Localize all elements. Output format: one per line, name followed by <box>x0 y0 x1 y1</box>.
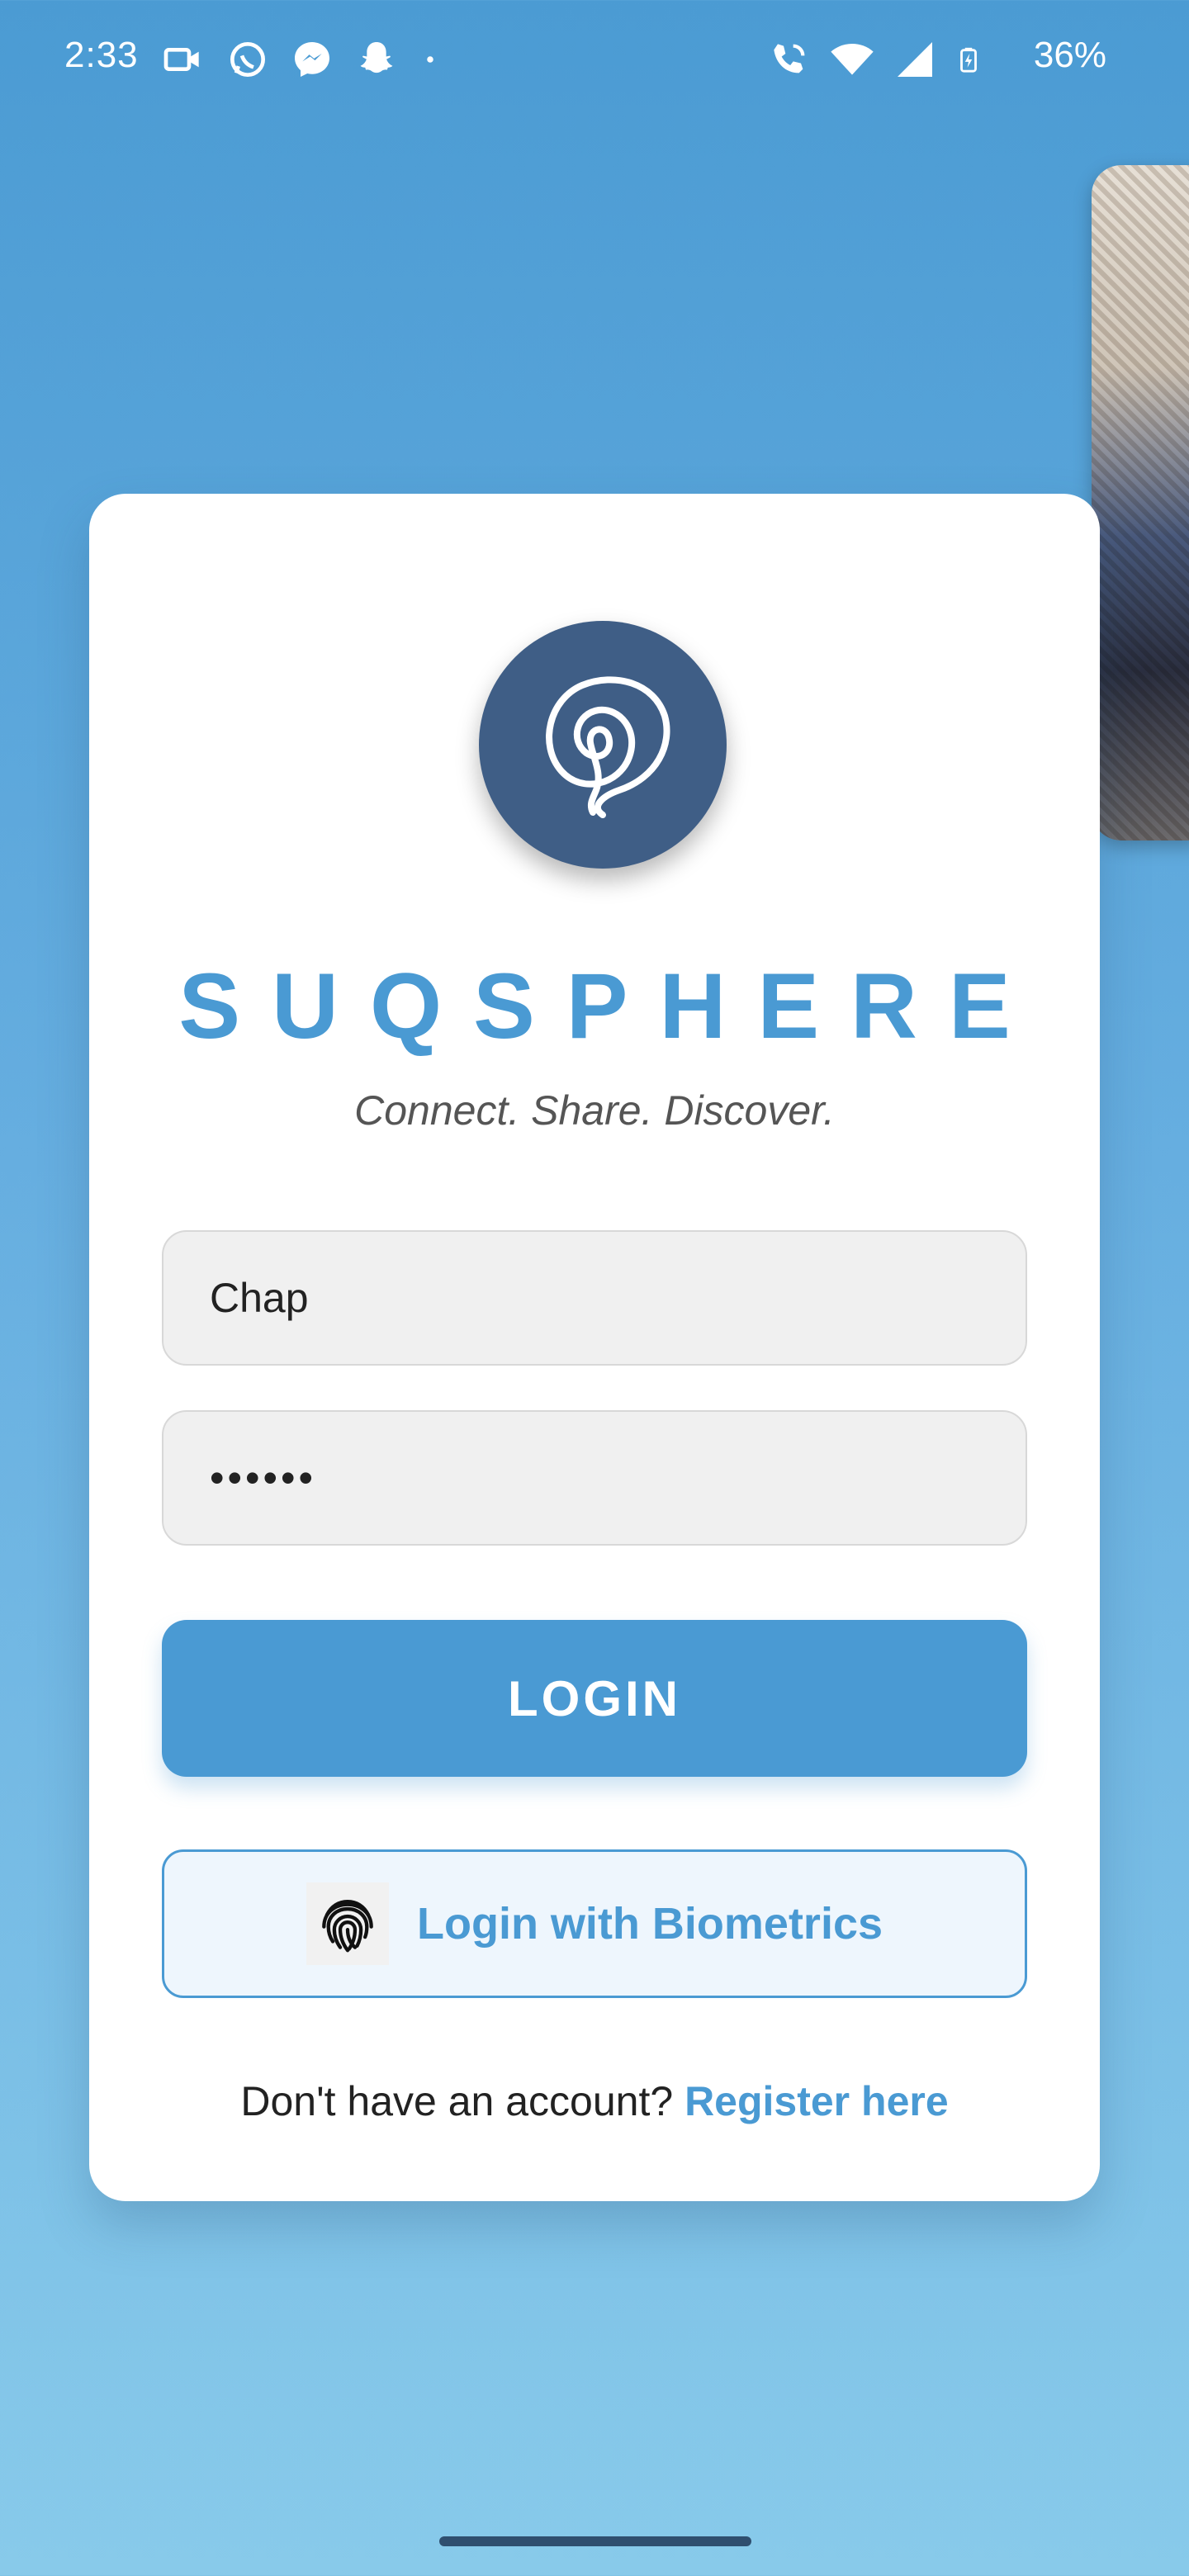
battery-percentage: 36% <box>1033 35 1106 75</box>
dot-icon <box>427 56 433 63</box>
whatsapp-icon <box>230 42 265 77</box>
video-call-icon <box>163 48 199 71</box>
login-card: SUQSPHERE Connect. Share. Discover. LOGI… <box>89 494 1100 2201</box>
app-title: SUQSPHERE <box>178 954 1042 1058</box>
fingerprint-icon <box>306 1882 389 1965</box>
biometric-login-button[interactable]: Login with Biometrics <box>162 1849 1027 1998</box>
home-indicator[interactable] <box>439 2536 751 2546</box>
wifi-icon <box>831 44 874 75</box>
system-icons <box>766 36 983 83</box>
notification-icons <box>160 36 443 83</box>
register-link[interactable]: Register here <box>685 2078 949 2124</box>
register-prompt-text: Don't have an account? <box>240 2078 674 2124</box>
battery-charging-icon <box>960 47 977 73</box>
register-prompt-row: Don't have an account? Register here <box>89 2077 1100 2125</box>
signal-icon <box>898 42 932 77</box>
biometric-login-label: Login with Biometrics <box>416 1899 883 1949</box>
logo-swirl-icon <box>546 676 670 818</box>
password-field[interactable] <box>162 1410 1027 1546</box>
app-tagline: Connect. Share. Discover. <box>354 1087 835 1134</box>
status-time: 2:33 <box>64 35 139 75</box>
username-field[interactable] <box>162 1230 1027 1366</box>
messenger-icon <box>295 42 329 77</box>
picture-in-picture-video[interactable] <box>1092 165 1189 841</box>
status-bar: 2:33 36% <box>0 0 1189 116</box>
snapchat-icon <box>360 42 393 73</box>
pip-video-frame <box>1092 165 1189 841</box>
wifi-calling-icon <box>774 44 805 73</box>
login-button[interactable]: LOGIN <box>162 1620 1027 1777</box>
app-logo <box>479 621 727 869</box>
